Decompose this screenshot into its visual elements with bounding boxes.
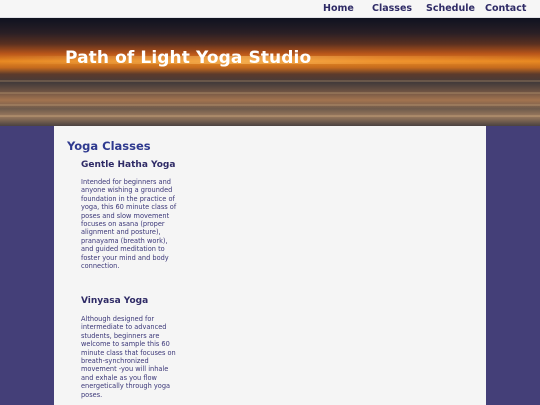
hero-water-ripple bbox=[0, 80, 540, 82]
nav-link-contact[interactable]: Contact bbox=[485, 3, 526, 14]
nav-link-home[interactable]: Home bbox=[323, 3, 354, 14]
top-navigation: Home Classes Schedule Contact bbox=[0, 0, 540, 18]
hero-banner: Path of Light Yoga Studio bbox=[0, 18, 540, 126]
hero-water-ripple bbox=[0, 115, 540, 117]
hero-water-ripple bbox=[0, 92, 540, 94]
nav-link-classes[interactable]: Classes bbox=[372, 3, 412, 14]
hero-water-ripple bbox=[0, 104, 540, 106]
class-title-vinyasa: Vinyasa Yoga bbox=[81, 296, 149, 306]
page-title: Yoga Classes bbox=[67, 139, 151, 153]
nav-link-schedule[interactable]: Schedule bbox=[426, 3, 475, 14]
class-title-gentle-hatha: Gentle Hatha Yoga bbox=[81, 160, 176, 170]
site-title: Path of Light Yoga Studio bbox=[65, 48, 312, 68]
class-description-vinyasa: Although designed for intermediate to ad… bbox=[81, 315, 176, 399]
class-description-gentle-hatha: Intended for beginners and anyone wishin… bbox=[81, 178, 177, 271]
main-content: Yoga Classes Gentle Hatha Yoga Intended … bbox=[54, 126, 486, 405]
